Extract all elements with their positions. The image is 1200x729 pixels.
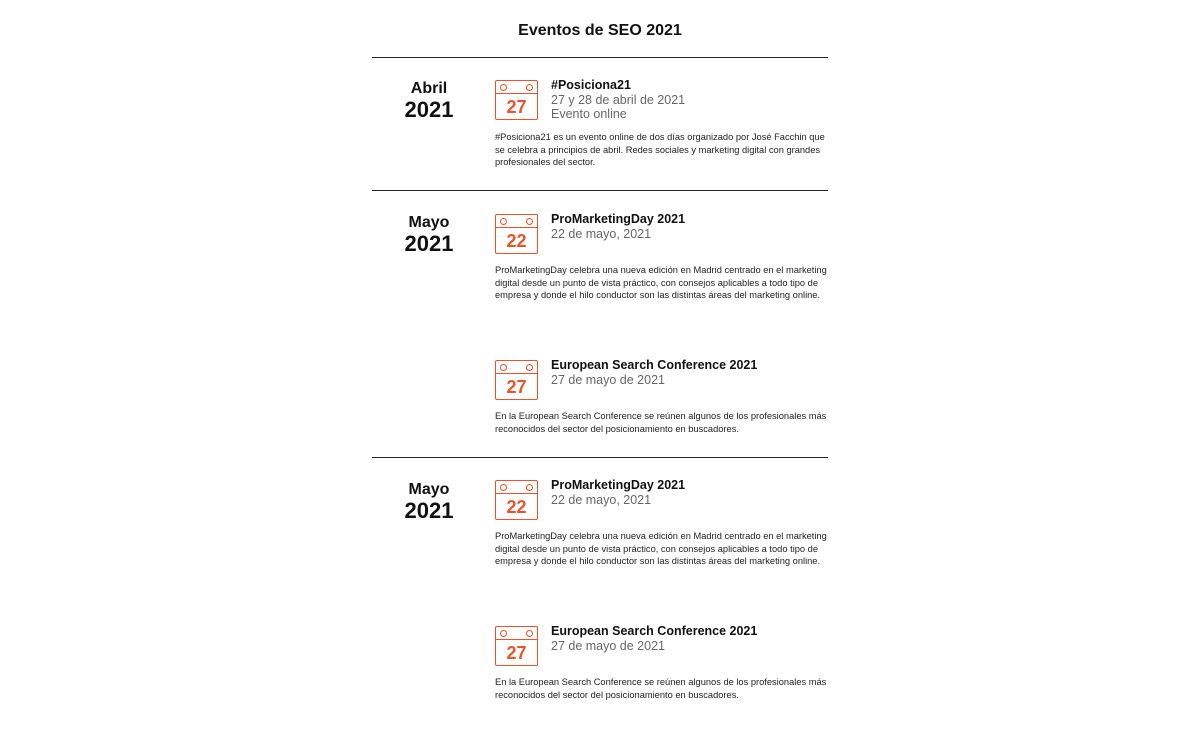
month-name: Mayo bbox=[408, 214, 450, 231]
event-date: 27 de mayo de 2021 bbox=[551, 639, 665, 653]
event-date: 27 de mayo de 2021 bbox=[551, 373, 665, 387]
section-divider bbox=[372, 457, 828, 458]
event-title: ProMarketingDay 2021 bbox=[551, 212, 686, 226]
event-description: En la European Search Conference se reún… bbox=[495, 677, 827, 700]
month-year: 2021 bbox=[404, 97, 454, 122]
event-date: 22 de mayo, 2021 bbox=[551, 493, 652, 507]
event-description: ProMarketingDay celebra una nueva edició… bbox=[495, 531, 827, 567]
event-title: European Search Conference 2021 bbox=[551, 624, 758, 638]
section-divider bbox=[372, 190, 828, 191]
calendar-icon: 27 bbox=[495, 80, 538, 120]
calendar-icon: 27 bbox=[495, 626, 538, 666]
month-heading: Abril 2021 bbox=[386, 80, 472, 122]
event-title: #Posiciona21 bbox=[551, 78, 631, 92]
event-title: ProMarketingDay 2021 bbox=[551, 478, 686, 492]
calendar-day: 27 bbox=[506, 377, 527, 397]
event-description: En la European Search Conference se reún… bbox=[495, 411, 827, 434]
month-year: 2021 bbox=[404, 231, 454, 256]
month-heading: Mayo 2021 bbox=[386, 481, 472, 523]
event-date: 27 y 28 de abril de 2021 bbox=[551, 93, 686, 107]
calendar-icon: 27 bbox=[495, 360, 538, 400]
event-location: Evento online bbox=[551, 107, 627, 121]
month-year: 2021 bbox=[404, 498, 454, 523]
calendar-day: 22 bbox=[506, 497, 527, 517]
calendar-icon: 22 bbox=[495, 480, 538, 520]
month-name: Abril bbox=[410, 80, 448, 97]
month-name: Mayo bbox=[408, 481, 450, 498]
page-title: Eventos de SEO 2021 bbox=[518, 22, 682, 39]
calendar-day: 27 bbox=[506, 643, 527, 663]
event-description: #Posiciona21 es un evento online de dos … bbox=[495, 132, 825, 168]
events-page: Eventos de SEO 2021 Abril 2021 27 #Posic… bbox=[0, 0, 1200, 729]
month-heading: Mayo 2021 bbox=[386, 214, 472, 256]
calendar-day: 22 bbox=[506, 231, 527, 251]
event-date: 22 de mayo, 2021 bbox=[551, 227, 652, 241]
event-description: ProMarketingDay celebra una nueva edició… bbox=[495, 265, 827, 301]
calendar-icon: 22 bbox=[495, 214, 538, 254]
calendar-day: 27 bbox=[506, 97, 527, 117]
event-title: European Search Conference 2021 bbox=[551, 358, 758, 372]
section-divider bbox=[372, 57, 828, 58]
